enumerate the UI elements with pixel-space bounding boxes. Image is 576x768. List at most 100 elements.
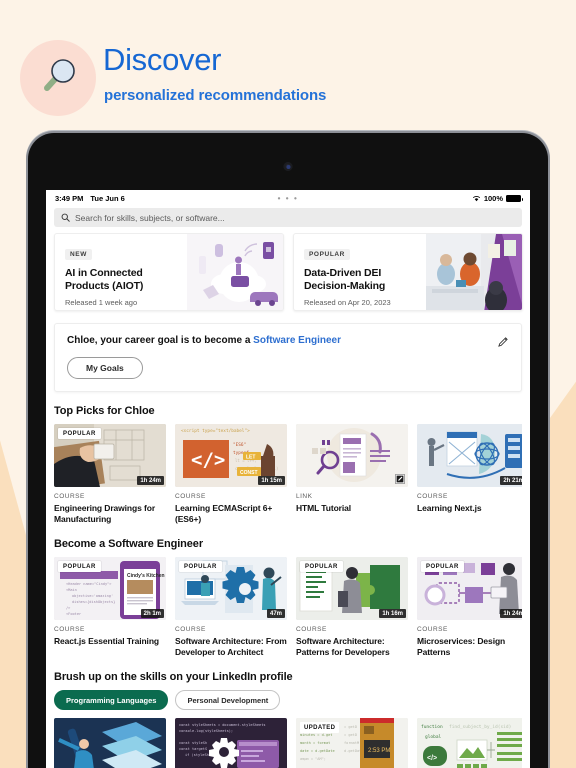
pencil-icon[interactable] [497,336,509,348]
promo-carousel[interactable]: NEW AI in Connected Products (AIOT) Rele… [46,233,530,319]
promo-card[interactable]: NEW AI in Connected Products (AIOT) Rele… [54,233,284,311]
search-input[interactable]: Search for skills, subjects, or software… [54,208,522,227]
svg-text:ampm = "AM";: ampm = "AM"; [300,757,326,761]
duration-badge: 1h 24m [137,476,164,485]
popular-badge: POPULAR [58,428,101,439]
promo-title: Data-Driven DEI Decision-Making [304,267,386,293]
page-header: Discover personalized recommendations [0,0,576,130]
filter-pills[interactable]: Programming Languages Personal Developme… [54,690,522,711]
pill-personal-development[interactable]: Personal Development [175,690,281,711]
course-thumbnail: function find_subject_by_id(sid) global … [417,718,522,768]
content-type: COURSE [175,493,206,500]
career-goal-prefix: Chloe, your career goal is to become a [67,335,254,346]
content-type: COURSE [54,493,85,500]
tablet-screen: 3:49 PM Tue Jun 6 • • • 100% Search for … [46,190,530,768]
app-content: NEW AI in Connected Products (AIOT) Rele… [46,233,530,768]
course-card[interactable]: <Header name="Cindy"> <Main objective='a… [54,557,166,658]
section-top-picks: Top Picks for Chloe POPULAR 1h 24m COURS… [46,392,530,525]
promo-artwork [187,234,283,310]
card-row[interactable]: POPULAR 1h 24m COURSE Engineering Drawin… [54,424,522,525]
promo-card[interactable]: POPULAR Data-Driven DEI Decision-Making … [293,233,523,311]
section-become-swe: Become a Software Engineer <Header name=… [46,525,530,658]
card-row[interactable]: const styleSheets = document.styleSheets… [54,718,522,768]
course-card[interactable] [54,718,166,768]
course-card[interactable]: function find_subject_by_id(sid) global … [417,718,522,768]
svg-text:const targetS: const targetS [179,747,207,751]
course-title: Microservices: Design Patterns [417,636,506,658]
svg-text:= getD: = getD [344,733,357,737]
battery-percent: 100% [483,193,503,203]
course-card[interactable]: <script type="text/babel"> "ES6" typeof … [175,424,287,525]
course-title: React.js Essential Training [54,636,160,647]
page-subtitle: personalized recommendations [104,87,327,104]
popular-badge: POPULAR [179,561,222,573]
status-bar: 3:49 PM Tue Jun 6 • • • 100% [46,190,530,206]
svg-text:</>: </> [427,755,437,762]
svg-text:console.log(styleSheets);: console.log(styleSheets); [179,729,233,733]
content-type: LINK [296,493,313,500]
content-type: COURSE [54,626,85,634]
status-date: Tue Jun 6 [90,193,125,203]
course-thumbnail: const styleSheets = document.styleSheets… [175,718,287,768]
course-title: Learning ECMAScript 6+ (ES6+) [175,503,273,525]
external-link-icon [395,474,405,484]
svg-text:const styleSheets = document.s: const styleSheets = document.styleSheets [179,723,266,727]
duration-badge: 2h 1m [140,609,164,619]
course-card[interactable]: const styleSheets = document.styleSheets… [175,718,287,768]
content-type: COURSE [417,493,448,500]
course-thumbnail: POPULAR 47m [175,557,287,621]
svg-text:minutes = d.get: minutes = d.get [300,733,332,737]
course-thumbnail: POPULAR 1h 24m [417,557,522,621]
course-title: Software Architecture: Patterns for Deve… [296,636,390,658]
svg-text:LET: LET [246,455,255,461]
my-goals-button[interactable]: My Goals [67,357,143,379]
course-thumbnail: <Header name="Cindy"> <Main objective='a… [54,557,166,621]
duration-badge: 1h 24m [500,609,522,619]
svg-text:formatM: formatM [344,741,360,745]
course-thumbnail: 2h 21m [417,424,522,487]
link-card[interactable]: LINK HTML Tutorial [296,424,408,525]
popular-badge: POPULAR [421,561,464,573]
pill-programming-languages[interactable]: Programming Languages [54,690,169,711]
course-card[interactable]: POPULAR 1h 24m COURSE Microservices: Des… [417,557,522,658]
page-title: Discover [103,42,222,77]
course-title: Learning Next.js [417,503,482,513]
content-type: COURSE [175,626,206,634]
promo-meta: Released on Apr 20, 2023 [304,298,391,308]
course-card[interactable]: POPULAR 47m COURSE Software Architecture… [175,557,287,658]
svg-text:month = format: month = format [300,741,330,745]
svg-text:"ES6": "ES6" [233,442,246,448]
magnifier-icon [44,59,75,91]
svg-text:Cindy's Kitchen: Cindy's Kitchen [127,573,165,579]
svg-text:global: global [425,734,442,740]
course-title: Engineering Drawings for Manufacturing [54,503,156,525]
promo-meta: Released 1 week ago [65,298,138,308]
svg-text:</>: </> [191,449,225,471]
course-thumbnail [54,718,166,768]
course-card[interactable]: 2h 21m COURSE Learning Next.js [417,424,522,525]
wifi-icon [472,195,480,201]
svg-text:objective='amazing': objective='amazing' [72,594,113,598]
section-brush-up: Brush up on the skills on your LinkedIn … [46,658,530,768]
section-title: Brush up on the skills on your LinkedIn … [54,671,293,684]
svg-text:CONST: CONST [240,470,258,476]
svg-text:<Header name="Cindy">: <Header name="Cindy"> [66,582,112,586]
svg-text:function: function [421,724,443,730]
svg-text:const styleSh: const styleSh [179,741,207,745]
promo-artwork [426,234,522,310]
course-title: HTML Tutorial [296,503,352,513]
popular-badge: POPULAR [300,561,343,573]
course-card[interactable]: POPULAR 1h 24m COURSE Engineering Drawin… [54,424,166,525]
duration-badge: 47m [266,609,285,619]
course-card[interactable]: < POPULAR 1h 16m COURSE [296,557,408,658]
course-thumbnail: < POPULAR 1h 16m [296,557,408,621]
front-camera-icon [283,162,293,171]
section-title: Top Picks for Chloe [54,405,155,417]
duration-badge: 1h 16m [379,609,406,619]
card-row[interactable]: <Header name="Cindy"> <Main objective='a… [54,557,522,658]
course-card[interactable]: = getD = getD formatM d.getDate ampm = "AM… [296,718,408,768]
search-icon [61,213,70,222]
svg-text:dishes={dishObjects}: dishes={dishObjects} [72,600,115,604]
section-title: Become a Software Engineer [54,538,204,551]
career-goal-link[interactable]: Software Engineer [253,335,341,346]
